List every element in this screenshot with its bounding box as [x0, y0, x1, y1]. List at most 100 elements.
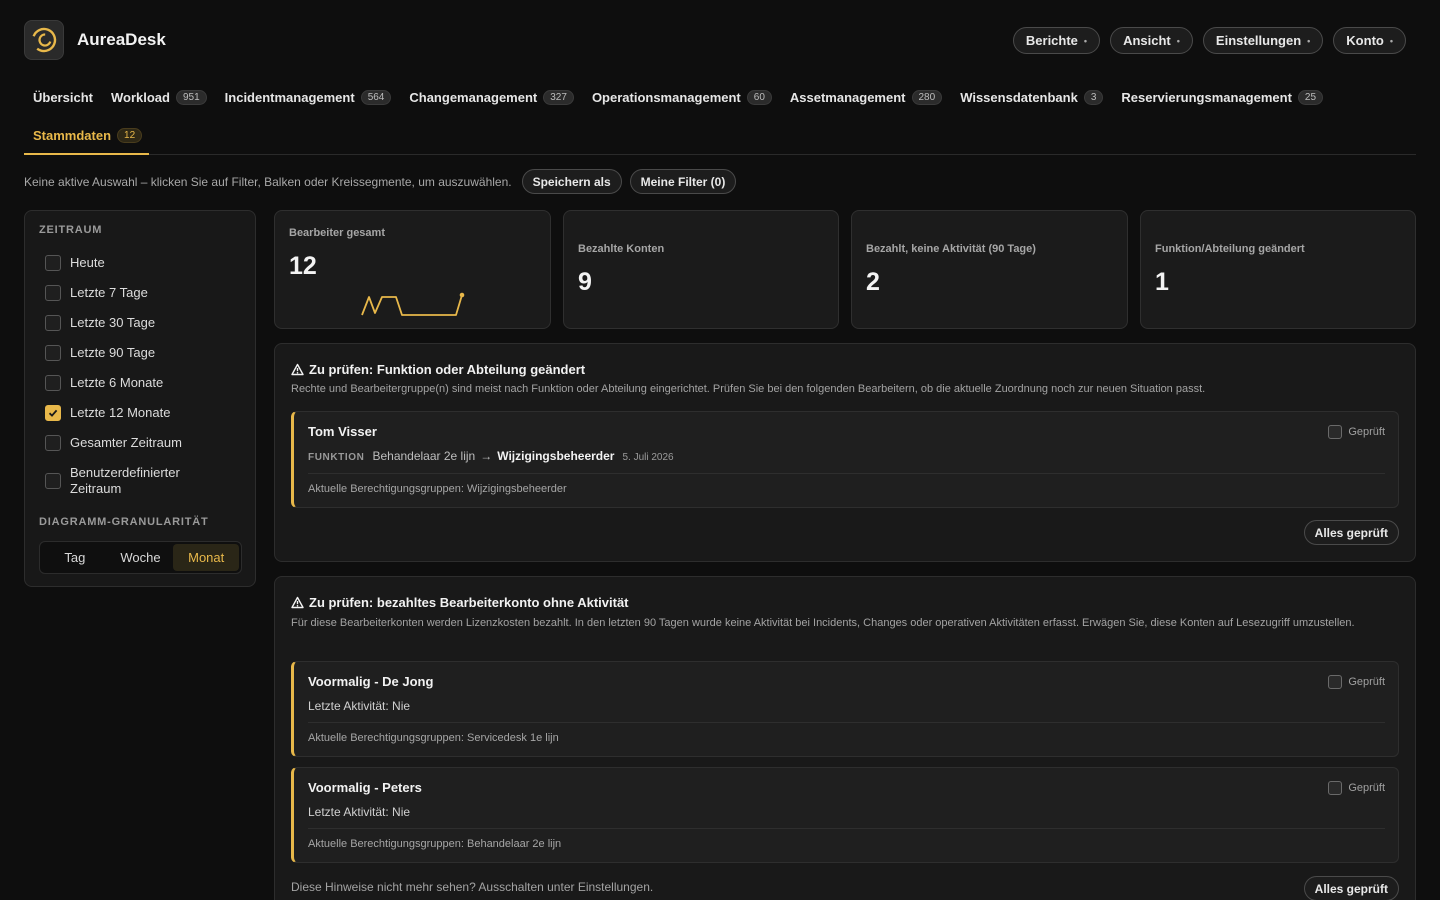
all-reviewed-button[interactable]: Alles geprüft — [1303, 876, 1399, 900]
current-groups: Aktuelle Berechtigungsgruppen: Behandela… — [308, 838, 562, 850]
item-divider — [308, 828, 1385, 829]
kpi-paid-accounts[interactable]: Bezahlte Konten 9 — [563, 210, 839, 329]
menu-account-button[interactable]: Konto • — [1333, 27, 1406, 54]
kpi-label: Bezahlte Konten — [578, 243, 665, 255]
tab-count-badge: 280 — [911, 89, 943, 105]
period-option-today[interactable]: Heute — [45, 255, 105, 271]
checkbox[interactable] — [1328, 675, 1343, 689]
tab-label: Stammdaten — [33, 127, 112, 143]
period-option-30-days[interactable]: Letzte 30 Tage — [45, 315, 155, 331]
my-filters-button[interactable]: Meine Filter (0) — [629, 169, 737, 194]
dropdown-dot-icon: • — [1176, 35, 1180, 46]
new-function: Wijzigingsbeheerder — [497, 449, 615, 463]
warning-icon — [291, 596, 304, 609]
option-label: Letzte 6 Monate — [70, 375, 164, 390]
period-option-12-months[interactable]: Letzte 12 Monate — [45, 405, 170, 421]
granularity-heading: DIAGRAMM-GRANULARITÄT — [39, 516, 209, 528]
tab-label: Workload — [110, 89, 170, 105]
function-change-line: FUNKTION Behandelaar 2e lijn → Wijziging… — [308, 449, 674, 463]
check-icon — [48, 409, 58, 417]
kpi-total-agents[interactable]: Bearbeiter gesamt 12 — [274, 210, 551, 329]
kpi-value: 1 — [1155, 268, 1169, 296]
kpi-function-changed[interactable]: Funktion/Abteilung geändert 1 — [1140, 210, 1416, 329]
checkbox[interactable] — [45, 315, 61, 331]
sparkline-line — [361, 294, 463, 316]
granularity-toggle: Tag Woche Monat — [39, 541, 242, 574]
checkbox-checked[interactable] — [45, 405, 61, 421]
kpi-paid-no-activity[interactable]: Bezahlt, keine Aktivität (90 Tage) 2 — [851, 210, 1128, 329]
period-option-90-days[interactable]: Letzte 90 Tage — [45, 345, 155, 361]
checkbox[interactable] — [45, 255, 61, 271]
menu-view-button[interactable]: Ansicht • — [1110, 27, 1193, 54]
tab-asset-management[interactable]: Assetmanagement 280 — [781, 84, 951, 110]
panel-title-text: Zu prüfen: bezahltes Bearbeiterkonto ohn… — [309, 595, 629, 610]
tab-reservation-management[interactable]: Reservierungsmanagement 25 — [1112, 84, 1332, 110]
last-activity: Letzte Aktivität: Nie — [308, 699, 411, 713]
tab-label: Reservierungsmanagement — [1121, 89, 1292, 105]
tab-operations-management[interactable]: Operationsmanagement 60 — [583, 84, 781, 110]
app-logo[interactable] — [24, 20, 64, 60]
tab-incident-management[interactable]: Incidentmanagement 564 — [216, 84, 401, 110]
option-label: Letzte 30 Tage — [70, 315, 156, 330]
logo-swirl-icon — [31, 27, 57, 53]
all-reviewed-button[interactable]: Alles geprüft — [1303, 520, 1399, 545]
tab-workload[interactable]: Workload 951 — [102, 84, 216, 110]
panel-title: Zu prüfen: bezahltes Bearbeiterkonto ohn… — [291, 595, 629, 610]
granularity-month[interactable]: Monat — [173, 544, 240, 571]
checkbox[interactable] — [45, 435, 61, 451]
reviewed-checkbox[interactable]: Geprüft — [1328, 781, 1385, 795]
save-as-button[interactable]: Speichern als — [521, 169, 622, 194]
item-divider — [308, 722, 1385, 723]
checkbox[interactable] — [45, 345, 61, 361]
menu-label: Einstellungen — [1215, 33, 1302, 48]
tab-count-badge: 12 — [117, 127, 143, 143]
tab-change-management[interactable]: Changemanagement 327 — [400, 84, 583, 110]
kpi-label: Funktion/Abteilung geändert — [1155, 243, 1305, 255]
current-groups: Aktuelle Berechtigungsgruppen: Servicede… — [308, 732, 559, 744]
panel-description: Für diese Bearbeiterkonten werden Lizenz… — [291, 617, 1355, 629]
tab-count-badge: 60 — [746, 89, 772, 105]
period-option-custom[interactable]: Benutzerdefinierter Zeitraum — [45, 465, 200, 497]
menu-settings-button[interactable]: Einstellungen • — [1202, 27, 1324, 54]
period-option-6-months[interactable]: Letzte 6 Monate — [45, 375, 163, 391]
period-option-all-time[interactable]: Gesamter Zeitraum — [45, 435, 182, 451]
period-option-7-days[interactable]: Letzte 7 Tage — [45, 285, 148, 301]
active-tab-indicator — [24, 153, 149, 155]
tab-count-badge: 564 — [360, 89, 392, 105]
checkbox[interactable] — [45, 285, 61, 301]
tab-overview[interactable]: Übersicht — [24, 84, 102, 110]
reviewed-checkbox[interactable]: Geprüft — [1328, 675, 1385, 689]
disable-hints-note: Diese Hinweise nicht mehr sehen? Ausscha… — [291, 880, 654, 894]
option-label: Gesamter Zeitraum — [70, 435, 182, 450]
sparkline — [361, 292, 465, 316]
dropdown-dot-icon: • — [1083, 35, 1088, 46]
review-paid-inactive-panel: Zu prüfen: bezahltes Bearbeiterkonto ohn… — [274, 576, 1416, 900]
warning-icon — [291, 363, 304, 376]
granularity-day[interactable]: Tag — [42, 544, 108, 571]
menu-label: Konto — [1346, 33, 1384, 48]
agent-name: Voormalig - Peters — [308, 780, 422, 795]
kpi-value: 2 — [866, 268, 880, 296]
tab-knowledge-base[interactable]: Wissensdatenbank 3 — [951, 84, 1112, 110]
menu-label: Ansicht — [1123, 33, 1171, 48]
kpi-value: 9 — [578, 268, 592, 296]
checkbox[interactable] — [1328, 781, 1343, 795]
sparkline-end-point — [459, 292, 465, 298]
reviewed-label: Geprüft — [1348, 782, 1385, 794]
checkbox[interactable] — [45, 473, 61, 489]
checkbox[interactable] — [1328, 425, 1343, 439]
reviewed-label: Geprüft — [1348, 426, 1385, 438]
app-header: AureaDesk Berichte • Ansicht • Einstellung… — [24, 20, 1406, 60]
reviewed-checkbox[interactable]: Geprüft — [1328, 425, 1385, 439]
option-label: Letzte 12 Monate — [70, 405, 171, 420]
tab-label: Assetmanagement — [789, 89, 906, 105]
tab-label: Changemanagement — [409, 89, 538, 105]
review-function-changed-panel: Zu prüfen: Funktion oder Abteilung geänd… — [274, 343, 1416, 562]
checkbox[interactable] — [45, 375, 61, 391]
tab-count-badge: 3 — [1083, 89, 1104, 105]
panel-title-text: Zu prüfen: Funktion oder Abteilung geänd… — [309, 362, 586, 377]
menu-reports-button[interactable]: Berichte • — [1012, 27, 1101, 54]
granularity-week[interactable]: Woche — [108, 544, 174, 571]
tab-master-data[interactable]: Stammdaten 12 — [24, 122, 151, 148]
agent-name: Tom Visser — [308, 424, 377, 439]
